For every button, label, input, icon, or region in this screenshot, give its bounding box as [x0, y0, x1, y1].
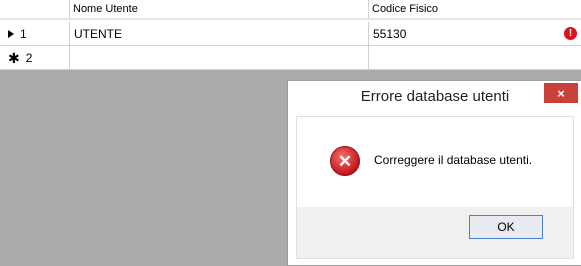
close-button[interactable]: × [544, 83, 578, 103]
nome-utente-cell[interactable] [70, 46, 369, 70]
codice-fisico-cell[interactable] [369, 46, 581, 70]
new-row-asterisk-icon: ✱ [8, 49, 20, 66]
table-row[interactable]: 1 UTENTE 55130 ! [0, 22, 581, 46]
error-icon: ✕ [330, 146, 360, 176]
codice-fisico-cell[interactable]: 55130 ! [369, 22, 581, 46]
codice-fisico-value: 55130 [373, 26, 407, 41]
column-header-nome-utente[interactable]: Nome Utente [70, 0, 369, 20]
table-row[interactable]: ✱ 2 [0, 46, 581, 70]
row-number: 1 [20, 26, 27, 41]
dialog-message: Correggere il database utenti. [374, 153, 533, 167]
error-dialog: Errore database utenti × ✕ Correggere il… [287, 80, 581, 266]
row-error-icon[interactable]: ! [564, 27, 577, 40]
ok-button[interactable]: OK [469, 215, 543, 239]
grid-header: Nome Utente Codice Fisico [0, 0, 581, 20]
dialog-title: Errore database utenti [360, 87, 510, 105]
row-header[interactable]: 1 [0, 22, 70, 46]
column-header-codice-fisico[interactable]: Codice Fisico [369, 0, 581, 20]
row-number: 2 [25, 50, 33, 65]
nome-utente-cell[interactable]: UTENTE [70, 22, 369, 46]
row-header-corner[interactable] [0, 0, 70, 20]
dialog-body: ✕ Correggere il database utenti. OK [296, 116, 574, 259]
current-row-arrow-icon [8, 29, 14, 38]
message-area: ✕ Correggere il database utenti. [297, 117, 573, 207]
row-header[interactable]: ✱ 2 [0, 46, 70, 70]
data-grid: Nome Utente Codice Fisico 1 UTENTE 55130… [0, 0, 581, 70]
